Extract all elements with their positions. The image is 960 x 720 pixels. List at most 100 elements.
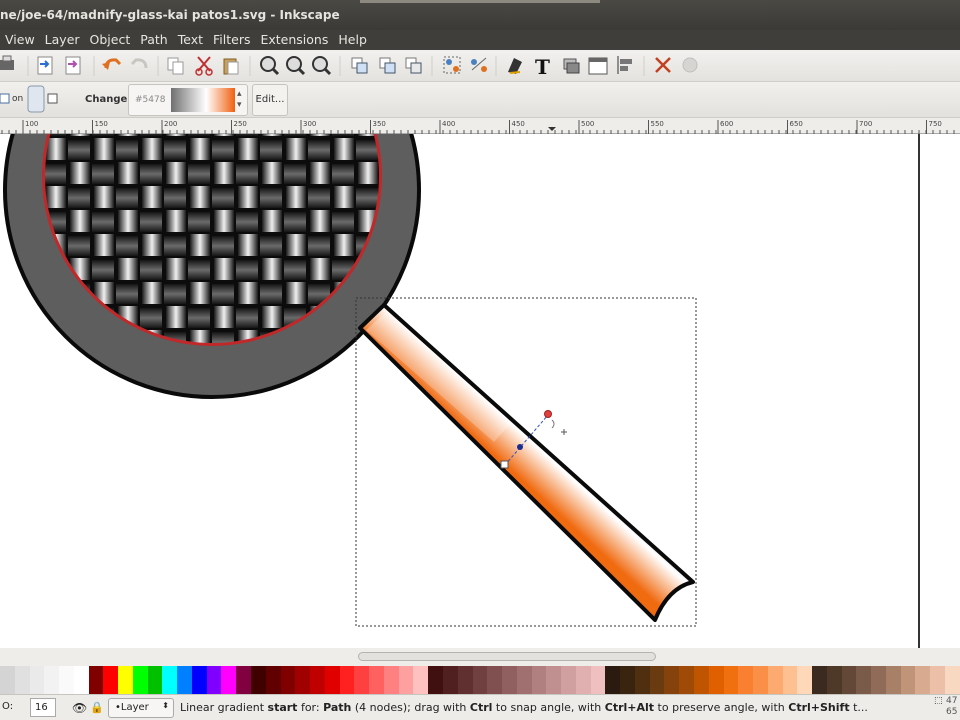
menu-filters[interactable]: Filters	[208, 30, 255, 50]
palette-swatch[interactable]	[383, 666, 399, 694]
magnifying-glass-drawing[interactable]	[0, 134, 960, 648]
palette-swatch[interactable]	[88, 666, 104, 694]
palette-swatch[interactable]	[413, 666, 429, 694]
palette-swatch[interactable]	[73, 666, 89, 694]
palette-swatch[interactable]	[14, 666, 30, 694]
zoom-selection-icon[interactable]	[260, 56, 280, 76]
palette-swatch[interactable]	[856, 666, 872, 694]
palette-swatch[interactable]	[487, 666, 503, 694]
palette-swatch[interactable]	[797, 666, 813, 694]
palette-swatch[interactable]	[206, 666, 222, 694]
palette-swatch[interactable]	[59, 666, 74, 694]
import-icon[interactable]	[37, 56, 53, 75]
palette-swatch[interactable]	[162, 666, 178, 694]
palette-swatch[interactable]	[871, 666, 886, 694]
zoom-drawing-icon[interactable]	[286, 56, 306, 76]
palette-swatch[interactable]	[428, 666, 443, 694]
gradient-mid-stop[interactable]	[517, 444, 523, 450]
palette-swatch[interactable]	[915, 666, 931, 694]
menu-layer[interactable]: Layer	[40, 30, 85, 50]
menu-object[interactable]: Object	[85, 30, 136, 50]
palette-swatch[interactable]	[590, 666, 606, 694]
eye-icon[interactable]: 👁	[72, 701, 87, 715]
palette-swatch[interactable]	[605, 666, 621, 694]
palette-swatch[interactable]	[472, 666, 488, 694]
palette-swatch[interactable]	[634, 666, 650, 694]
redo-icon[interactable]	[130, 58, 148, 69]
palette-swatch[interactable]	[442, 666, 458, 694]
palette-swatch[interactable]	[339, 666, 355, 694]
menu-extensions[interactable]: Extensions	[255, 30, 333, 50]
palette-swatch[interactable]	[502, 666, 517, 694]
print-icon[interactable]	[0, 55, 14, 70]
palette-swatch[interactable]	[649, 666, 665, 694]
palette-swatch[interactable]	[738, 666, 754, 694]
palette-swatch[interactable]	[561, 666, 576, 694]
palette-swatch[interactable]	[265, 666, 281, 694]
palette-swatch[interactable]	[826, 666, 842, 694]
palette-swatch[interactable]	[236, 666, 252, 694]
palette-swatch[interactable]	[723, 666, 739, 694]
palette-swatch[interactable]	[103, 666, 119, 694]
palette-swatch[interactable]	[221, 666, 237, 694]
lock-icon[interactable]: 🔒	[90, 701, 104, 714]
align-icon[interactable]	[617, 56, 632, 74]
group-icon[interactable]	[443, 56, 461, 74]
palette-swatch[interactable]	[457, 666, 473, 694]
palette-swatch[interactable]	[753, 666, 768, 694]
palette-swatch[interactable]	[841, 666, 857, 694]
fill-target-checkbox[interactable]	[0, 93, 10, 104]
horizontal-scrollbar-thumb[interactable]	[358, 652, 656, 661]
vertical-scrollbar[interactable]	[918, 134, 960, 648]
gradient-start-handle[interactable]	[500, 460, 509, 469]
palette-swatch[interactable]	[546, 666, 562, 694]
text-tool-icon[interactable]: T	[535, 55, 550, 79]
edit-gradient-button[interactable]: Edit...	[252, 84, 288, 116]
palette-swatch[interactable]	[575, 666, 591, 694]
palette-swatch[interactable]	[930, 666, 945, 694]
unlink-clone-icon[interactable]	[405, 57, 422, 74]
palette-swatch[interactable]	[782, 666, 798, 694]
stroke-target-toggle[interactable]	[27, 85, 45, 113]
menu-view[interactable]: View	[0, 30, 40, 50]
palette-swatch[interactable]	[177, 666, 192, 694]
fill-stroke-icon[interactable]	[508, 58, 522, 74]
duplicate-icon[interactable]	[351, 57, 368, 74]
color-palette[interactable]	[0, 666, 960, 694]
palette-swatch[interactable]	[147, 666, 163, 694]
palette-swatch[interactable]	[0, 666, 15, 694]
palette-swatch[interactable]	[708, 666, 724, 694]
palette-swatch[interactable]	[885, 666, 901, 694]
preferences-icon[interactable]	[655, 57, 671, 73]
layers-icon[interactable]	[563, 58, 580, 74]
palette-swatch[interactable]	[44, 666, 60, 694]
palette-swatch[interactable]	[29, 666, 45, 694]
palette-swatch[interactable]	[516, 666, 532, 694]
palette-swatch[interactable]	[398, 666, 414, 694]
palette-swatch[interactable]	[280, 666, 296, 694]
linear-checkbox[interactable]	[47, 93, 58, 104]
copy-icon[interactable]	[167, 57, 184, 75]
palette-swatch[interactable]	[664, 666, 680, 694]
palette-swatch[interactable]	[531, 666, 547, 694]
export-icon[interactable]	[65, 56, 81, 75]
ungroup-icon[interactable]	[471, 57, 487, 72]
palette-swatch[interactable]	[191, 666, 207, 694]
menu-help[interactable]: Help	[333, 30, 372, 50]
gradient-end-handle[interactable]	[544, 410, 552, 418]
palette-swatch[interactable]	[118, 666, 133, 694]
undo-icon[interactable]	[102, 58, 122, 70]
opacity-input[interactable]: 16	[30, 698, 56, 717]
palette-swatch[interactable]	[295, 666, 311, 694]
palette-swatch[interactable]	[324, 666, 340, 694]
palette-swatch[interactable]	[369, 666, 384, 694]
palette-swatch[interactable]	[620, 666, 635, 694]
palette-swatch[interactable]	[767, 666, 783, 694]
palette-swatch[interactable]	[354, 666, 370, 694]
gradient-dropdown-arrows-icon[interactable]: ▴ ▾	[237, 89, 242, 111]
clone-icon[interactable]	[379, 57, 396, 74]
horizontal-scrollbar[interactable]	[0, 648, 960, 666]
menu-path[interactable]: Path	[135, 30, 172, 50]
palette-swatch[interactable]	[693, 666, 709, 694]
layer-dropdown[interactable]: •Layer ⬍	[108, 698, 174, 718]
